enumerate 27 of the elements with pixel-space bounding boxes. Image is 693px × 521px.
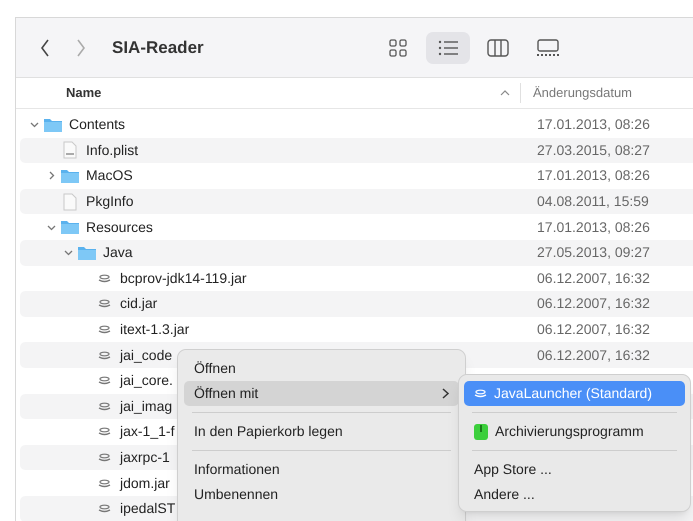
file-name: jaxrpc-1 (120, 448, 170, 468)
window-title: SIA-Reader (112, 36, 204, 59)
file-name: PkgInfo (86, 192, 134, 212)
modified-date: 06.12.2007, 16:32 (537, 294, 650, 314)
modified-date: 06.12.2007, 16:32 (537, 346, 650, 365)
modified-date: 17.01.2013, 08:26 (537, 166, 650, 186)
file-name: jai_imag (120, 396, 172, 416)
file-name: jax-1_1-f (120, 422, 174, 442)
file-name: MacOS (86, 166, 133, 186)
modified-date: 06.12.2007, 16:32 (537, 268, 650, 288)
file-name: Java (103, 243, 133, 262)
modified-date: 27.05.2013, 09:27 (537, 243, 650, 262)
file-name: ipedalST (120, 499, 176, 518)
modified-date: 06.12.2007, 16:32 (537, 320, 650, 340)
file-name: Resources (86, 218, 153, 237)
file-name: jdom.jar (120, 474, 170, 493)
modified-date: 17.01.2013, 08:26 (537, 115, 650, 134)
file-name: itext-1.3.jar (120, 320, 190, 340)
modified-date: 17.01.2013, 08:26 (537, 218, 650, 237)
modified-date: 04.08.2011, 15:59 (537, 192, 649, 212)
file-name: jai_code (120, 346, 172, 365)
file-name: Contents (69, 115, 126, 134)
file-name: bcprov-jdk14-119.jar (120, 268, 247, 288)
file-name: jai_core. (120, 371, 173, 390)
file-name: Info.plist (86, 140, 138, 160)
file-name: cid.jar (120, 294, 158, 314)
modified-date: 27.03.2015, 08:27 (537, 140, 650, 160)
